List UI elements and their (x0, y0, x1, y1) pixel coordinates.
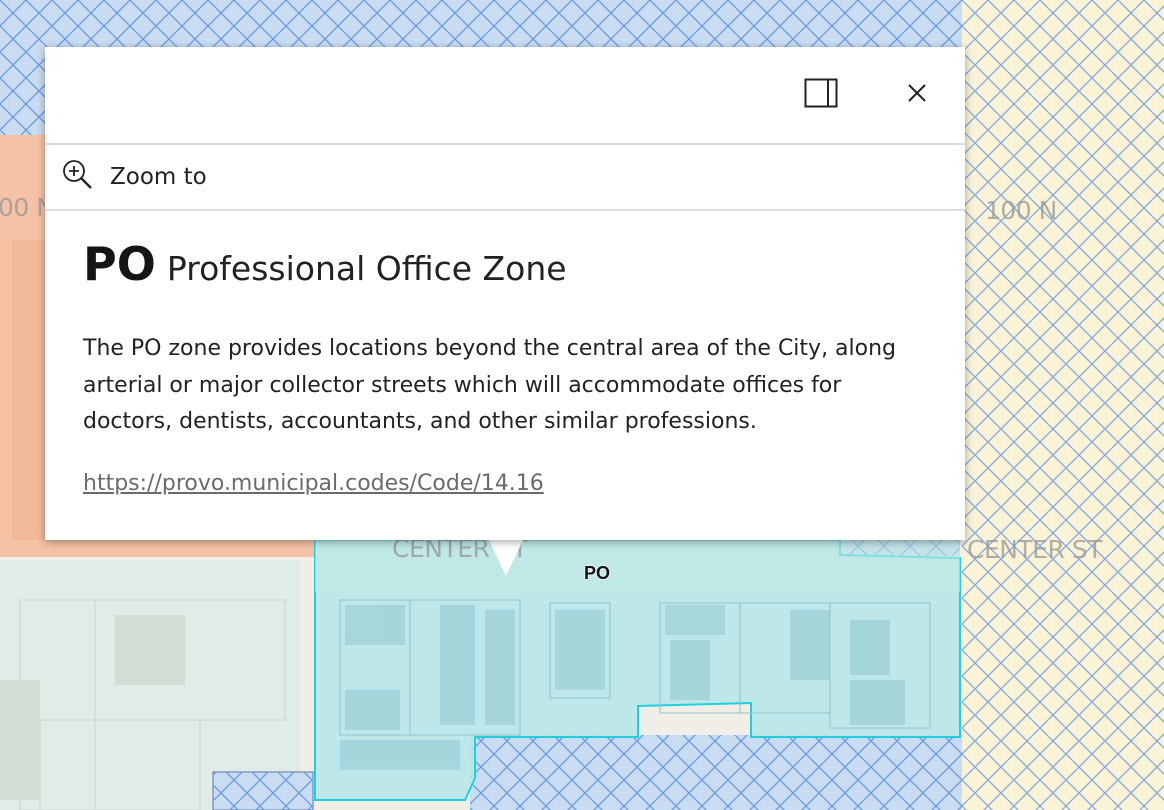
zoom-to-action[interactable]: Zoom to (45, 145, 965, 211)
street-label-center-right: CENTER ST (967, 535, 1102, 564)
zoom-in-icon (62, 159, 94, 195)
dock-button[interactable] (801, 75, 841, 115)
popup-content: PO Professional Office Zone The PO zone … (45, 237, 965, 496)
zoom-to-label: Zoom to (110, 164, 207, 190)
popup-header (45, 47, 965, 145)
close-icon (907, 83, 927, 107)
zone-description: The PO zone provides locations beyond th… (83, 336, 897, 434)
municipal-code-link[interactable]: https://provo.municipal.codes/Code/14.16 (83, 471, 544, 496)
popup-title: PO Professional Office Zone (83, 237, 927, 291)
dock-panel-icon (804, 78, 838, 112)
zone-name: Professional Office Zone (166, 249, 567, 288)
zone-label-po[interactable]: PO (584, 563, 610, 584)
feature-popup: Zoom to PO Professional Office Zone The … (45, 47, 965, 540)
zone-code: PO (83, 237, 156, 291)
close-button[interactable] (897, 75, 937, 115)
popup-pointer (489, 540, 523, 576)
street-label-100n-right: 100 N (985, 196, 1057, 225)
